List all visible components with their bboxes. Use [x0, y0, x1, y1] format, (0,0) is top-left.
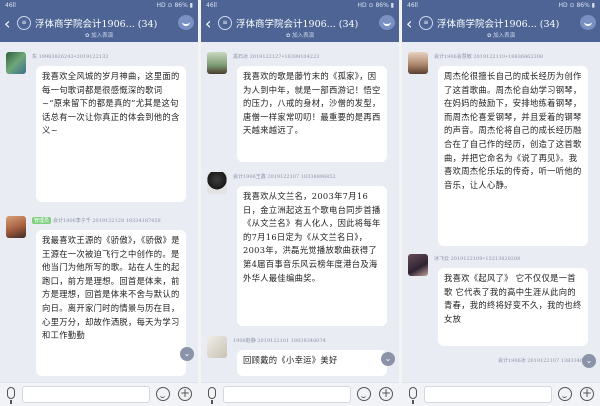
group-menu-icon[interactable]: [580, 15, 596, 30]
chevron-down-icon[interactable]: ⌄: [180, 347, 194, 361]
message-bubble[interactable]: 我喜欢的歌是藤竹末的《孤家》，因为人到中年，就是一部西游记！悟空的压力，八戒的身…: [237, 66, 387, 162]
group-subtitle: ✿ 加入表演: [84, 33, 114, 39]
message-item: 冰飞云 2019122109•13213829208 我喜欢《起风了》 它不仅仅…: [408, 254, 594, 348]
group-subtitle: ✿ 加入表演: [486, 33, 516, 39]
signal-indicator: 46ll: [407, 2, 418, 9]
chat-header: ‹ ≡ 浮体商学院会计1906... (34) ✿ 加入表演: [201, 12, 399, 42]
group-avatar-icon: ≡: [419, 16, 433, 30]
sender-meta: 东 19983826243•2019122133: [32, 54, 109, 60]
emoji-icon[interactable]: [357, 387, 371, 401]
message-bubble[interactable]: 我喜欢《起风了》 它不仅仅是一首歌 它代表了我的高中生涯从此向的青春，我的终将好…: [438, 268, 588, 346]
admin-badge: 管理员: [32, 217, 52, 224]
message-item: 1906赵静 2019122101 18838348074 回顾戴的《小幸运》美…: [207, 336, 393, 376]
status-bar: 46ll HD ⊙ 86% ▮: [201, 0, 399, 12]
chevron-left-icon[interactable]: ‹: [406, 16, 412, 32]
message-bubble[interactable]: 我喜欢全风城的岁月神曲，这里面的每一句歌词都是很感慨深的歌词~“原来留下的都是真…: [36, 66, 186, 202]
battery-indicator: HD ⊙ 86% ▮: [357, 2, 394, 9]
chat-screen-1: 46ll HD ⊙ 86% ▮ ‹ ≡ 浮体商学院会计1906... (34) …: [0, 0, 198, 406]
group-title: 浮体商学院会计1906... (34): [35, 19, 158, 30]
message-input[interactable]: [223, 386, 351, 403]
sender-meta: 管理员 会计1906李子千 2019122128 18334187458: [32, 217, 161, 224]
group-title: 浮体商学院会计1906... (34): [437, 19, 560, 30]
battery-indicator: HD ⊙ 86% ▮: [558, 2, 595, 9]
avatar[interactable]: [6, 52, 26, 74]
input-bar: +: [201, 382, 399, 406]
chat-screen-3: 46ll HD ⊙ 86% ▮ ‹ ≡ 浮体商学院会计1906... (34) …: [402, 0, 600, 406]
avatar[interactable]: [6, 216, 26, 238]
message-item: 黑石冰 2019122127•18398104223 我喜欢的歌是藤竹末的《孤家…: [207, 52, 393, 164]
input-bar: +: [402, 382, 600, 406]
emoji-icon[interactable]: [558, 387, 572, 401]
battery-indicator: HD ⊙ 86% ▮: [156, 2, 193, 9]
group-menu-icon[interactable]: [178, 15, 194, 30]
chat-header: ‹ ≡ 浮体商学院会计1906... (34) ✿ 加入表演: [0, 12, 198, 42]
plus-icon[interactable]: +: [580, 387, 594, 401]
chat-header: ‹ ≡ 浮体商学院会计1906... (34) ✿ 加入表演: [402, 12, 600, 42]
message-item: 会计1906冰 2019122107 13833461348: [408, 356, 594, 376]
plus-icon[interactable]: +: [178, 387, 192, 401]
input-bar: +: [0, 382, 198, 406]
sender-meta: 会计1906会慧敏 2019122110•18836862308: [434, 54, 544, 60]
chevron-left-icon[interactable]: ‹: [205, 16, 211, 32]
chevron-down-icon[interactable]: ⌄: [381, 352, 395, 366]
signal-indicator: 46ll: [5, 2, 16, 9]
message-input[interactable]: [22, 386, 150, 403]
group-menu-icon[interactable]: [379, 15, 395, 30]
message-bubble[interactable]: 回顾戴的《小幸运》美好: [237, 350, 387, 376]
message-item: 东 19983826243•2019122133 我喜欢全风城的岁月神曲，这里面…: [6, 52, 192, 208]
screenshot-collage: 46ll HD ⊙ 86% ▮ ‹ ≡ 浮体商学院会计1906... (34) …: [0, 0, 600, 406]
chevron-left-icon[interactable]: ‹: [4, 16, 10, 32]
avatar[interactable]: [207, 172, 227, 194]
group-avatar-icon: ≡: [17, 16, 31, 30]
status-bar: 46ll HD ⊙ 86% ▮: [402, 0, 600, 12]
microphone-icon[interactable]: [208, 387, 216, 404]
group-title: 浮体商学院会计1906... (34): [236, 19, 359, 30]
group-subtitle: ✿ 加入表演: [285, 33, 315, 39]
sender-meta: 冰飞云 2019122109•13213829208: [434, 256, 521, 262]
message-item: 管理员 会计1906李子千 2019122128 18334187458 我最喜欢…: [6, 216, 192, 376]
group-avatar-icon: ≡: [218, 16, 232, 30]
message-bubble[interactable]: 周杰伦很擅长自己的成长经历为创作了这首歌曲。周杰伦自幼学习钢琴，在妈妈的鼓励下，…: [438, 66, 588, 246]
signal-indicator: 46ll: [206, 2, 217, 9]
microphone-icon[interactable]: [409, 387, 417, 404]
microphone-icon[interactable]: [7, 387, 15, 404]
status-bar: 46ll HD ⊙ 86% ▮: [0, 0, 198, 12]
avatar[interactable]: [207, 336, 227, 358]
message-item: 会计1906王鑫 2019122107 18338896852 我喜欢从文兰名，…: [207, 172, 393, 328]
message-item: 会计1906会慧敏 2019122110•18836862308 周杰伦很擅长自…: [408, 52, 594, 248]
sender-meta: 1906赵静 2019122101 18838348074: [233, 338, 326, 344]
chat-screen-2: 46ll HD ⊙ 86% ▮ ‹ ≡ 浮体商学院会计1906... (34) …: [201, 0, 399, 406]
message-input[interactable]: [424, 386, 552, 403]
emoji-icon[interactable]: [156, 387, 170, 401]
avatar[interactable]: [408, 52, 428, 74]
sender-meta: 会计1906冰 2019122107 13833461348: [498, 358, 594, 364]
message-bubble[interactable]: 我最喜欢王源的《骄傲》，《骄傲》是王源在一次被迫飞行之中创作的。是他当门为他所写…: [36, 230, 186, 376]
message-bubble[interactable]: 我喜欢从文兰名，2003年7月16日，金立洲起这五个歌电台同步首播《从文兰名》有…: [237, 186, 387, 326]
sender-meta: 会计1906王鑫 2019122107 18338896852: [233, 174, 336, 180]
plus-icon[interactable]: +: [379, 387, 393, 401]
avatar[interactable]: [207, 52, 227, 74]
chevron-down-icon[interactable]: ⌄: [582, 354, 596, 368]
avatar[interactable]: [408, 254, 428, 276]
sender-meta: 黑石冰 2019122127•18398104223: [233, 54, 320, 60]
